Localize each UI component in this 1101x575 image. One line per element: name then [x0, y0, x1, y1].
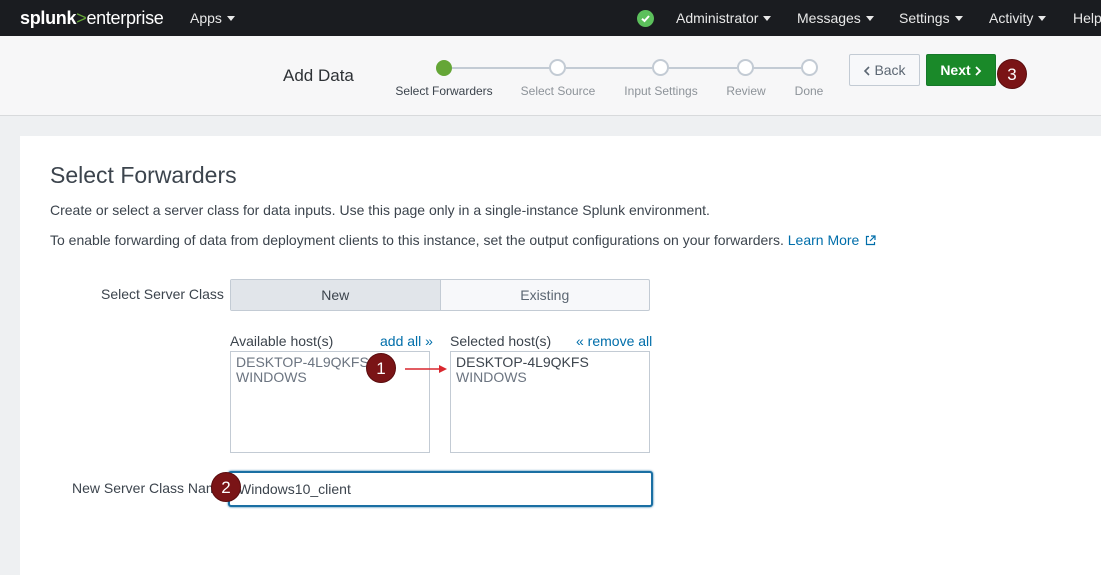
step-connector: [566, 67, 652, 69]
nav-apps-label: Apps: [190, 10, 222, 26]
step-label: Review: [726, 84, 766, 98]
server-class-label: Select Server Class: [101, 286, 224, 302]
step-indicator: [652, 59, 669, 76]
new-server-class-label: New Server Class Name: [72, 480, 226, 496]
nav-help-menu[interactable]: Help: [1073, 10, 1101, 26]
host-type: WINDOWS: [456, 369, 527, 385]
back-button[interactable]: Back: [849, 54, 920, 86]
chevron-right-icon: [975, 66, 981, 76]
server-class-name-input[interactable]: Windows10_client: [228, 471, 653, 507]
next-button[interactable]: Next: [926, 54, 996, 86]
step-connector: [452, 67, 550, 69]
brand-bold: splunk: [20, 8, 77, 28]
splunk-logo[interactable]: splunk>enterprise: [20, 8, 164, 29]
nav-administrator-label: Administrator: [676, 10, 759, 26]
nav-activity-menu[interactable]: Activity: [989, 10, 1047, 26]
step-indicator: [801, 59, 818, 76]
chevron-down-icon: [1038, 15, 1047, 21]
step-indicator-current: [436, 60, 452, 76]
nav-administrator-menu[interactable]: Administrator: [676, 10, 772, 26]
step-label: Select Source: [520, 84, 596, 98]
learn-more-label: Learn More: [787, 232, 860, 248]
next-label: Next: [940, 62, 971, 78]
step-connector: [668, 67, 737, 69]
chevron-down-icon: [865, 15, 874, 21]
annotation-badge-2: 2: [211, 472, 241, 502]
nav-settings-label: Settings: [899, 10, 950, 26]
description-text: Create or select a server class for data…: [50, 202, 710, 218]
server-class-new-option[interactable]: New: [231, 280, 441, 310]
chevron-down-icon: [763, 15, 772, 21]
brand-gt: >: [76, 8, 87, 28]
external-link-icon: [866, 235, 876, 246]
nav-settings-menu[interactable]: Settings: [899, 10, 963, 26]
brand-rest: enterprise: [86, 8, 164, 28]
step-indicator: [549, 59, 566, 76]
host-name[interactable]: DESKTOP-4L9QKFS: [456, 355, 644, 370]
page-title: Add Data: [283, 66, 354, 85]
nav-activity-label: Activity: [989, 10, 1034, 26]
available-hosts-label: Available host(s): [230, 333, 334, 349]
server-class-existing-option[interactable]: Existing: [441, 280, 650, 310]
annotation-badge-1: 1: [366, 353, 396, 383]
nav-help-label: Help: [1073, 10, 1101, 26]
step-label: Input Settings: [624, 84, 698, 98]
add-all-link[interactable]: add all »: [380, 333, 433, 349]
available-hosts-list[interactable]: DESKTOP-4L9QKFS WINDOWS: [230, 351, 430, 453]
selected-hosts-label: Selected host(s): [450, 333, 552, 349]
chevron-down-icon: [954, 15, 963, 21]
section-title: Select Forwarders: [50, 162, 237, 188]
step-label: Select Forwarders: [395, 84, 493, 98]
server-class-toggle: New Existing: [230, 279, 650, 311]
back-label: Back: [874, 62, 906, 78]
learn-more-link[interactable]: Learn More: [788, 232, 877, 248]
step-indicator: [737, 59, 754, 76]
check-circle-icon[interactable]: [637, 10, 654, 27]
host-type: WINDOWS: [236, 369, 307, 385]
selected-hosts-list[interactable]: DESKTOP-4L9QKFS WINDOWS: [450, 351, 650, 453]
nav-messages-menu[interactable]: Messages: [797, 10, 874, 26]
nav-apps-menu[interactable]: Apps: [190, 10, 235, 26]
chevron-left-icon: [864, 66, 871, 76]
nav-messages-label: Messages: [797, 10, 861, 26]
move-arrow-icon: [405, 365, 447, 373]
annotation-badge-3: 3: [997, 59, 1027, 89]
forwarding-info-label: To enable forwarding of data from deploy…: [50, 232, 784, 248]
top-nav-bar: splunk>enterprise Apps Administrator Mes…: [0, 0, 1101, 36]
step-connector: [753, 67, 801, 69]
forwarding-info-text: To enable forwarding of data from deploy…: [50, 232, 876, 248]
remove-all-link[interactable]: « remove all: [576, 333, 652, 349]
chevron-down-icon: [226, 15, 235, 21]
step-label: Done: [794, 84, 824, 98]
